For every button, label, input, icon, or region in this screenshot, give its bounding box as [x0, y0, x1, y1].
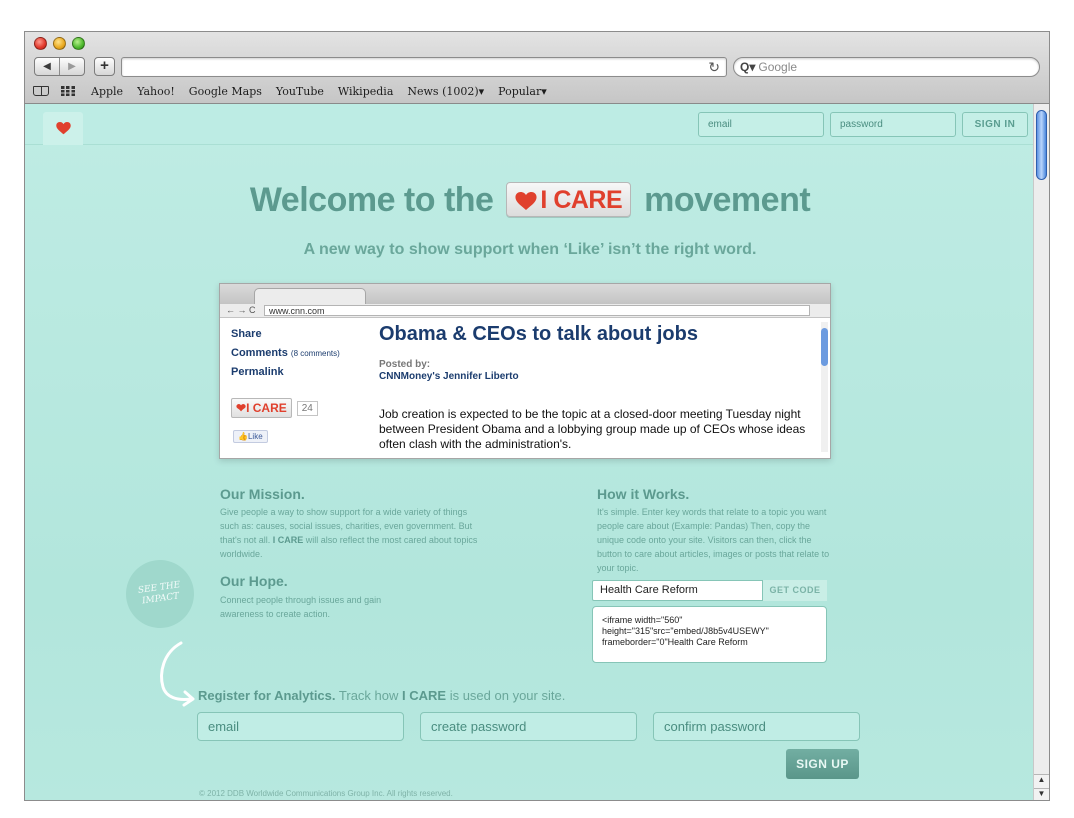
register-confirm-password-input[interactable]: confirm password	[653, 712, 860, 741]
info-section: Our Mission. Give people a way to show s…	[25, 459, 1035, 800]
i-care-badge: I CARE	[506, 181, 632, 217]
example-article-body: Job creation is expected to be the topic…	[379, 407, 806, 451]
header-password-input[interactable]: password	[830, 112, 956, 137]
sign-up-button[interactable]: SIGN UP	[786, 749, 859, 779]
get-code-button[interactable]: GET CODE	[762, 580, 827, 601]
new-tab-button[interactable]: +	[94, 57, 115, 76]
scroll-down-arrow-icon[interactable]: ▼	[1034, 788, 1049, 800]
close-window-button[interactable]	[34, 37, 47, 50]
bookmark-apple[interactable]: Apple	[91, 85, 123, 98]
search-field[interactable]: Q▾ Google	[733, 57, 1040, 77]
site-header: email password SIGN IN	[25, 104, 1035, 145]
example-sidebar: Share Comments (8 comments) Permalink	[231, 328, 340, 378]
top-sites-grid-icon[interactable]	[61, 86, 75, 96]
bookmark-yahoo[interactable]: Yahoo!	[137, 85, 175, 98]
home-tab[interactable]	[43, 112, 83, 145]
back-forward-buttons: ◀ ▶	[34, 57, 85, 76]
search-placeholder: Google	[758, 60, 798, 74]
mission-text: Give people a way to show support for a …	[220, 507, 478, 559]
zoom-window-button[interactable]	[72, 37, 85, 50]
bookmarks-book-icon[interactable]	[33, 86, 49, 96]
scrollbar-thumb[interactable]	[1036, 110, 1047, 180]
page-title: Welcome to the I CARE movement	[249, 181, 811, 219]
register-email-input[interactable]: email	[197, 712, 404, 741]
page-viewport: email password SIGN IN Welcome to the I …	[25, 104, 1035, 800]
example-url: www.cnn.com	[264, 305, 810, 316]
header-email-input[interactable]: email	[698, 112, 824, 137]
heart-logo-icon	[55, 122, 71, 135]
hope-heading: Our Hope.	[220, 573, 288, 589]
mission-heading: Our Mission.	[220, 486, 305, 502]
see-the-impact-badge[interactable]: SEE THE IMPACT	[121, 555, 199, 633]
bookmark-wikipedia[interactable]: Wikipedia	[338, 85, 393, 98]
forward-button[interactable]: ▶	[59, 58, 84, 75]
hope-text: Connect people through issues and gain a…	[220, 595, 382, 619]
bookmark-popular-menu[interactable]: Popular▾	[498, 85, 547, 98]
embed-code-box[interactable]: <iframe width="560" height="315"src="emb…	[592, 606, 827, 663]
reload-icon[interactable]: ↻	[708, 59, 720, 76]
bookmarks-bar: Apple Yahoo! Google Maps YouTube Wikiped…	[33, 82, 561, 100]
minimize-window-button[interactable]	[53, 37, 66, 50]
heart-icon	[515, 191, 537, 210]
bookmark-google-maps[interactable]: Google Maps	[189, 85, 262, 98]
browser-window: ◀ ▶ + ↻ Q▾ Google Apple Yahoo! Google Map…	[24, 31, 1050, 801]
bookmark-news-menu[interactable]: News (1002)▾	[407, 85, 484, 98]
bookmark-youtube[interactable]: YouTube	[276, 85, 324, 98]
page-scrollbar[interactable]: ▲ ▼	[1033, 104, 1049, 800]
page-subtitle: A new way to show support when ‘Like’ is…	[303, 241, 757, 258]
search-icon: Q▾	[740, 60, 756, 74]
scroll-up-arrow-icon[interactable]: ▲	[1034, 774, 1049, 788]
register-heading: Register for Analytics. Track how I CARE…	[198, 688, 566, 703]
address-bar[interactable]: ↻	[121, 57, 727, 77]
copyright-text: © 2012 DDB Worldwide Communications Grou…	[199, 789, 453, 798]
register-password-input[interactable]: create password	[420, 712, 637, 741]
sign-in-button[interactable]: SIGN IN	[962, 112, 1028, 137]
example-icare-button: ❤I CARE 24	[231, 398, 318, 418]
example-icare-count: 24	[296, 400, 318, 416]
how-it-works-text: It's simple. Enter key words that relate…	[597, 507, 830, 573]
example-like-button: 👍Like	[233, 430, 268, 443]
browser-toolbar: ◀ ▶ + ↻ Q▾ Google Apple Yahoo! Google Map…	[25, 32, 1049, 104]
how-it-works-heading: How it Works.	[597, 486, 690, 502]
example-headline: Obama & CEOs to talk about jobs	[379, 323, 698, 345]
example-browser-screenshot: ← → C www.cnn.com Share Comments (8 comm…	[219, 283, 831, 459]
back-button[interactable]: ◀	[35, 58, 59, 75]
